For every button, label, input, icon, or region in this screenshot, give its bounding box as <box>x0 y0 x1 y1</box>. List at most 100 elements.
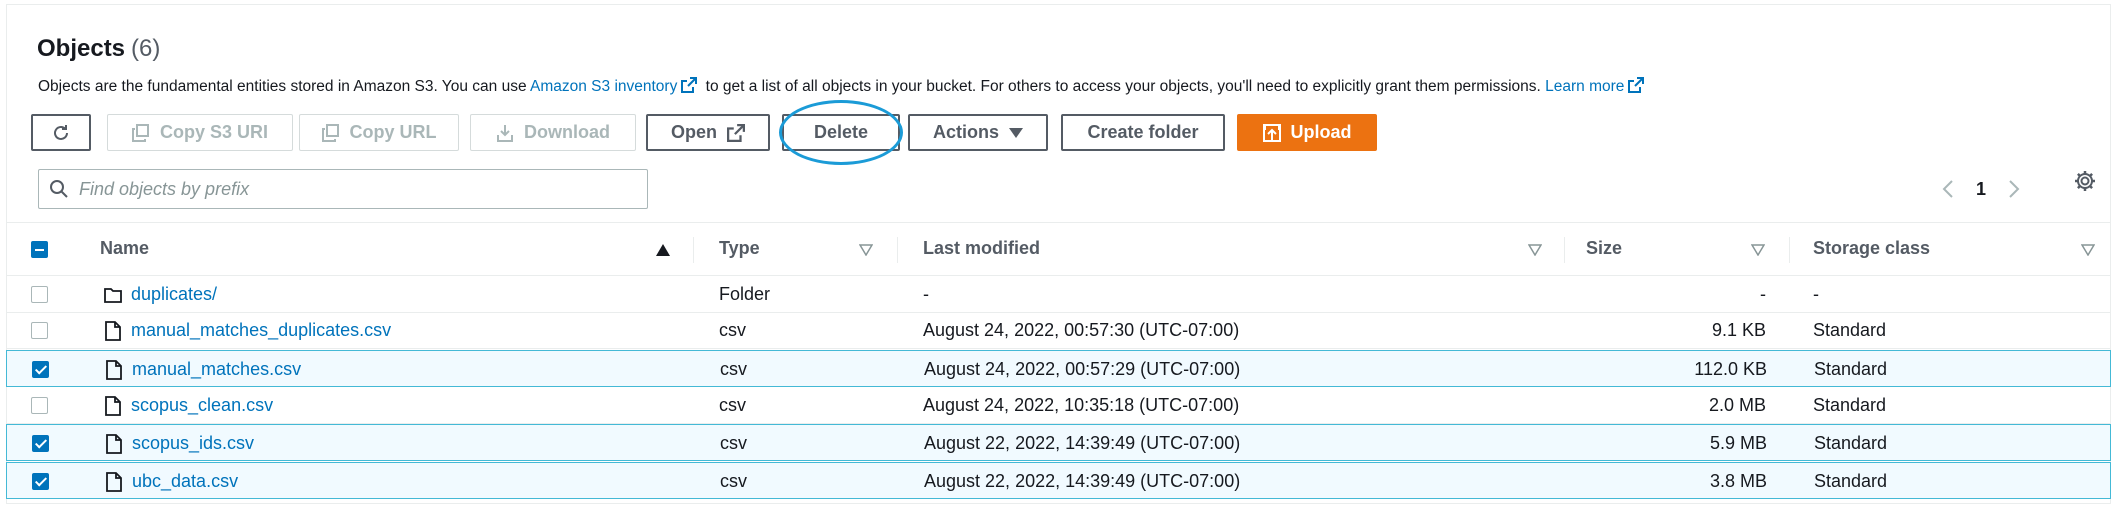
gear-icon[interactable] <box>2073 169 2097 193</box>
description-text-2: to get a list of all objects in your buc… <box>701 78 1546 95</box>
column-separator <box>1564 237 1565 263</box>
table-row[interactable]: manual_matches_duplicates.csv csv August 2… <box>6 312 2111 349</box>
title-text: Objects <box>37 35 126 62</box>
search-icon <box>50 180 68 198</box>
object-name-link[interactable]: manual_matches.csv <box>132 359 301 380</box>
s3-inventory-link[interactable]: Amazon S3 inventory <box>530 78 677 95</box>
table-header: Name Type Last modified Size Storage cla… <box>6 222 2111 276</box>
table-row[interactable]: manual_matches.csv csv August 24, 2022, 00… <box>6 350 2111 387</box>
object-storage-class: Standard <box>1813 320 1887 340</box>
column-separator <box>897 237 898 263</box>
object-last-modified: August 24, 2022, 00:57:30 (UTC-07:00) <box>923 320 1240 340</box>
object-last-modified: - <box>923 284 929 304</box>
upload-icon <box>1262 123 1281 142</box>
object-type: csv <box>720 471 747 491</box>
sort-icon[interactable] <box>1751 244 1765 256</box>
object-name-link[interactable]: scopus_ids.csv <box>132 433 254 454</box>
download-icon <box>497 124 513 142</box>
object-name-link[interactable]: scopus_clean.csv <box>131 395 273 416</box>
table-row[interactable]: ubc_data.csv csv August 22, 2022, 14:39:49… <box>6 462 2111 499</box>
actions-button[interactable]: Actions <box>908 114 1048 151</box>
copy-url-button[interactable]: Copy URL <box>299 114 459 151</box>
chevron-left-icon[interactable] <box>1942 179 1954 199</box>
object-storage-class: Standard <box>1814 471 1888 491</box>
delete-button[interactable]: Delete <box>782 114 900 151</box>
object-size: 2.0 MB <box>1708 395 1766 415</box>
page-number[interactable]: 1 <box>1976 179 1986 200</box>
select-all-checkbox[interactable] <box>31 241 48 258</box>
object-type: csv <box>720 433 747 453</box>
delete-label: Delete <box>813 122 869 142</box>
row-checkbox[interactable] <box>32 473 49 490</box>
sort-icon[interactable] <box>859 244 873 256</box>
object-last-modified: August 22, 2022, 14:39:49 (UTC-07:00) <box>924 433 1241 453</box>
external-link-icon <box>681 77 698 93</box>
external-link-icon <box>1628 77 1645 93</box>
object-storage-class: Standard <box>1813 395 1887 415</box>
create-folder-button[interactable]: Create folder <box>1061 114 1225 151</box>
column-separator <box>1789 237 1790 263</box>
object-name-link[interactable]: ubc_data.csv <box>132 471 238 492</box>
object-size: 9.1 KB <box>1711 320 1766 340</box>
file-icon <box>106 434 122 454</box>
object-name-link[interactable]: manual_matches_duplicates.csv <box>131 320 391 341</box>
file-icon <box>106 360 122 380</box>
chevron-right-icon[interactable] <box>2008 179 2020 199</box>
row-checkbox[interactable] <box>31 397 48 414</box>
open-button[interactable]: Open <box>646 114 770 151</box>
object-type: csv <box>719 320 746 340</box>
create-folder-label: Create folder <box>1087 122 1199 142</box>
actions-label: Actions <box>932 122 999 142</box>
sort-ascending-icon[interactable] <box>656 244 670 256</box>
upload-button[interactable]: Upload <box>1237 114 1377 151</box>
page-title: Objects (6) <box>37 35 160 63</box>
file-icon <box>106 472 122 492</box>
upload-label: Upload <box>1290 122 1352 142</box>
sort-icon[interactable] <box>1528 244 1542 256</box>
copy-icon <box>131 123 149 142</box>
download-button[interactable]: Download <box>470 114 636 151</box>
external-link-icon <box>727 123 745 142</box>
object-type: csv <box>720 359 747 379</box>
object-type: csv <box>719 395 746 415</box>
column-header-last-modified[interactable]: Last modified <box>923 238 1040 259</box>
copy-url-label: Copy URL <box>349 122 437 142</box>
column-header-storage-class[interactable]: Storage class <box>1813 238 1930 259</box>
object-storage-class: - <box>1813 284 1819 304</box>
object-storage-class: Standard <box>1814 359 1888 379</box>
column-header-type[interactable]: Type <box>719 238 760 259</box>
row-checkbox[interactable] <box>31 322 48 339</box>
row-checkbox[interactable] <box>31 286 48 303</box>
object-last-modified: August 24, 2022, 10:35:18 (UTC-07:00) <box>923 395 1240 415</box>
object-last-modified: August 24, 2022, 00:57:29 (UTC-07:00) <box>924 359 1241 379</box>
object-size: 5.9 MB <box>1709 433 1767 453</box>
column-header-size[interactable]: Size <box>1586 238 1622 259</box>
column-header-name[interactable]: Name <box>100 238 149 259</box>
row-checkbox[interactable] <box>32 435 49 452</box>
search-input[interactable] <box>77 177 641 201</box>
search-box <box>38 169 648 209</box>
table-row[interactable]: scopus_ids.csv csv August 22, 2022, 14:39:… <box>6 424 2111 461</box>
learn-more-link[interactable]: Learn more <box>1545 78 1624 95</box>
object-size: 112.0 KB <box>1694 359 1767 379</box>
table-row[interactable]: duplicates/Folder - - - <box>6 276 2111 313</box>
copy-s3-uri-label: Copy S3 URI <box>159 122 269 142</box>
description: Objects are the fundamental entities sto… <box>38 77 1648 96</box>
sort-icon[interactable] <box>2081 244 2095 256</box>
row-checkbox[interactable] <box>32 361 49 378</box>
object-size: - <box>1760 284 1766 304</box>
refresh-button[interactable] <box>31 114 91 151</box>
caret-down-icon <box>1009 127 1023 138</box>
object-last-modified: August 22, 2022, 14:39:49 (UTC-07:00) <box>924 471 1241 491</box>
refresh-icon <box>54 124 68 140</box>
file-icon <box>105 396 121 416</box>
object-name-link[interactable]: duplicates/ <box>131 284 217 305</box>
column-separator <box>693 237 694 263</box>
download-label: Download <box>524 122 610 142</box>
description-text-1: Objects are the fundamental entities sto… <box>38 78 531 95</box>
object-storage-class: Standard <box>1814 433 1888 453</box>
open-label: Open <box>670 122 717 142</box>
copy-s3-uri-button[interactable]: Copy S3 URI <box>107 114 293 151</box>
object-count: (6) <box>131 35 161 62</box>
table-row[interactable]: scopus_clean.csv csv August 24, 2022, 10:3… <box>6 387 2111 424</box>
